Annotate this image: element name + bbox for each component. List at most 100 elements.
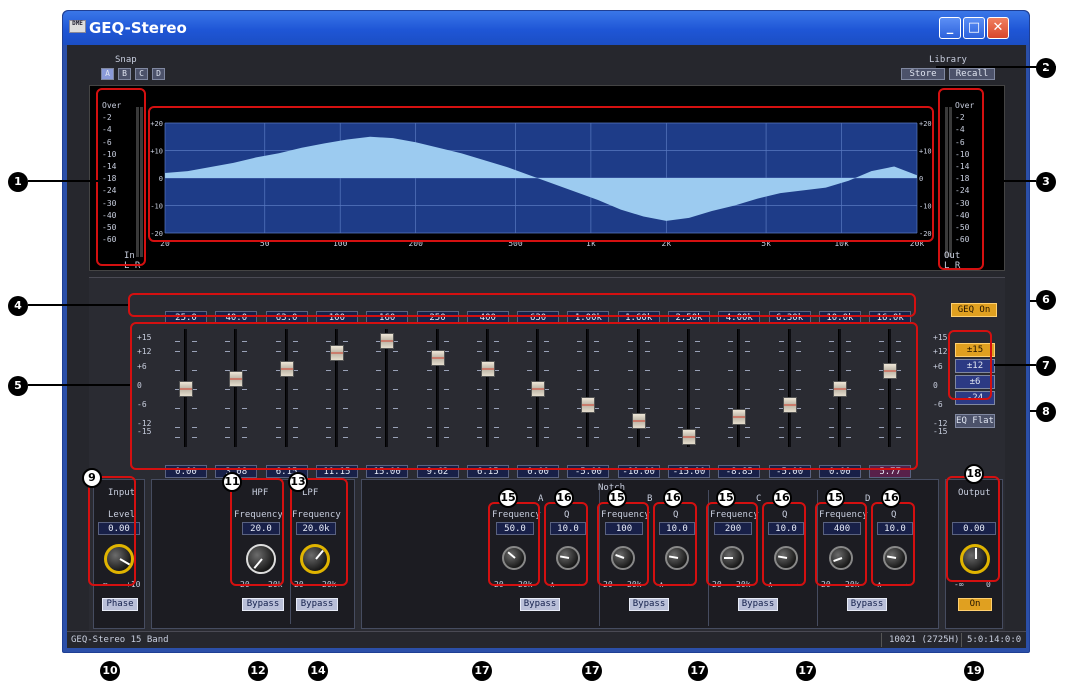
fader-cap[interactable] <box>430 350 445 367</box>
fader-tick <box>678 350 683 352</box>
fader-2.50k[interactable] <box>678 325 700 455</box>
snap-c-button[interactable]: C <box>135 68 148 80</box>
fader-6.30k[interactable] <box>778 325 801 455</box>
hpf-frequency-value[interactable]: 20.0 <box>242 522 280 535</box>
notch-bypass-button[interactable]: Bypass <box>629 598 669 611</box>
fader-tick <box>879 408 885 410</box>
gain-value[interactable]: 5.77 <box>869 465 912 478</box>
notch-frequency-value[interactable]: 200 <box>714 522 752 535</box>
title-bar[interactable]: DME GEQ-Stereo _ □ ✕ <box>63 11 1029 45</box>
fader-16.0k[interactable] <box>879 325 902 455</box>
fader-cap[interactable] <box>883 362 898 379</box>
input-level-value[interactable]: 0.00 <box>98 522 140 535</box>
gain-value[interactable]: -8.85 <box>718 465 761 478</box>
close-button[interactable]: ✕ <box>987 17 1009 39</box>
minimize-button[interactable]: _ <box>939 17 961 39</box>
gain-value[interactable]: 0.00 <box>517 465 560 478</box>
notch-q-knob[interactable] <box>665 546 689 570</box>
fader-1.00k[interactable] <box>577 325 600 455</box>
notch-q-value[interactable]: 10.0 <box>768 522 804 535</box>
fader-cap[interactable] <box>581 397 596 413</box>
fader-tick <box>544 427 550 429</box>
notch-frequency-knob[interactable] <box>720 546 744 570</box>
gain-value[interactable]: -10.00 <box>617 465 660 478</box>
callout-16: 16 <box>881 488 901 508</box>
snap-a-button[interactable]: A <box>101 68 114 80</box>
lpf-frequency-value[interactable]: 20.0k <box>296 522 336 535</box>
hpf-frequency-knob[interactable] <box>246 544 276 574</box>
gain-value[interactable]: 15.00 <box>366 465 409 478</box>
range-24-button[interactable]: -24 <box>955 391 995 405</box>
fader-cap[interactable] <box>531 381 546 397</box>
notch-q-value[interactable]: 10.0 <box>550 522 586 535</box>
store-button[interactable]: Store <box>901 68 945 80</box>
fader-cap[interactable] <box>329 345 344 362</box>
hpf-bypass-button[interactable]: Bypass <box>242 598 284 611</box>
range-15-button[interactable]: ±15 <box>955 343 995 357</box>
notch-frequency-value[interactable]: 50.0 <box>496 522 534 535</box>
callout-16: 16 <box>663 488 683 508</box>
range-6-button[interactable]: ±6 <box>955 375 995 389</box>
gain-value[interactable]: -5.00 <box>768 465 811 478</box>
fader-630[interactable] <box>527 325 550 455</box>
fader-cap[interactable] <box>782 397 797 413</box>
fader-160[interactable] <box>376 325 399 455</box>
notch-frequency-knob[interactable] <box>502 546 526 570</box>
notch-bypass-button[interactable]: Bypass <box>520 598 560 611</box>
fader-cap[interactable] <box>682 429 696 445</box>
fader-cap[interactable] <box>480 361 495 378</box>
output-meter-bar-l <box>945 107 948 257</box>
gain-value[interactable]: -15.00 <box>668 465 710 478</box>
snap-b-button[interactable]: B <box>118 68 131 80</box>
snap-d-button[interactable]: D <box>152 68 165 80</box>
maximize-button[interactable]: □ <box>963 17 985 39</box>
fader-40.0[interactable] <box>225 325 248 455</box>
notch-q-value[interactable]: 10.0 <box>659 522 695 535</box>
fader-100[interactable] <box>325 325 348 455</box>
gain-value[interactable]: -5.00 <box>567 465 610 478</box>
fader-cap[interactable] <box>732 409 747 426</box>
fader-cap[interactable] <box>832 381 847 397</box>
fader-25.0[interactable] <box>175 325 197 455</box>
lpf-bypass-button[interactable]: Bypass <box>296 598 338 611</box>
fader-250[interactable] <box>426 325 449 455</box>
notch-bypass-button[interactable]: Bypass <box>847 598 887 611</box>
phase-button[interactable]: Phase <box>102 598 138 611</box>
fader-1.60k[interactable] <box>627 325 650 455</box>
notch-frequency-knob[interactable] <box>829 546 853 570</box>
eq-flat-button[interactable]: EQ Flat <box>955 414 995 428</box>
notch-frequency-knob[interactable] <box>611 546 635 570</box>
notch-q-knob[interactable] <box>883 546 907 570</box>
notch-frequency-value[interactable]: 100 <box>605 522 643 535</box>
fader-tick <box>175 369 180 371</box>
fader-63.0[interactable] <box>275 325 298 455</box>
notch-bypass-button[interactable]: Bypass <box>738 598 778 611</box>
geq-on-button[interactable]: GEQ On <box>951 303 997 317</box>
fader-10.0k[interactable] <box>828 325 851 455</box>
input-level-knob[interactable] <box>104 544 134 574</box>
fader-cap[interactable] <box>279 361 294 378</box>
notch-q-knob[interactable] <box>774 546 798 570</box>
notch-frequency-value[interactable]: 400 <box>823 522 861 535</box>
fader-cap[interactable] <box>229 371 244 388</box>
output-level-value[interactable]: 0.00 <box>952 522 996 535</box>
output-level-knob[interactable] <box>960 544 990 574</box>
recall-button[interactable]: Recall <box>949 68 995 80</box>
input-meter-label: In <box>124 251 135 261</box>
range-12-button[interactable]: ±12 <box>955 359 995 373</box>
fader-cap[interactable] <box>380 333 395 349</box>
gain-value[interactable]: 0.00 <box>165 465 207 478</box>
notch-q-knob[interactable] <box>556 546 580 570</box>
fader-400[interactable] <box>476 325 499 455</box>
fader-cap[interactable] <box>631 413 646 429</box>
gain-value[interactable]: 0.00 <box>818 465 861 478</box>
gain-value[interactable]: 6.15 <box>466 465 509 478</box>
gain-value[interactable]: 11.15 <box>315 465 358 478</box>
fader-cap[interactable] <box>179 381 193 397</box>
fader-tick <box>795 389 801 390</box>
fader-4.00k[interactable] <box>728 325 751 455</box>
output-on-button[interactable]: On <box>958 598 992 611</box>
notch-q-value[interactable]: 10.0 <box>877 522 913 535</box>
gain-value[interactable]: 9.62 <box>416 465 459 478</box>
lpf-frequency-knob[interactable] <box>300 544 330 574</box>
